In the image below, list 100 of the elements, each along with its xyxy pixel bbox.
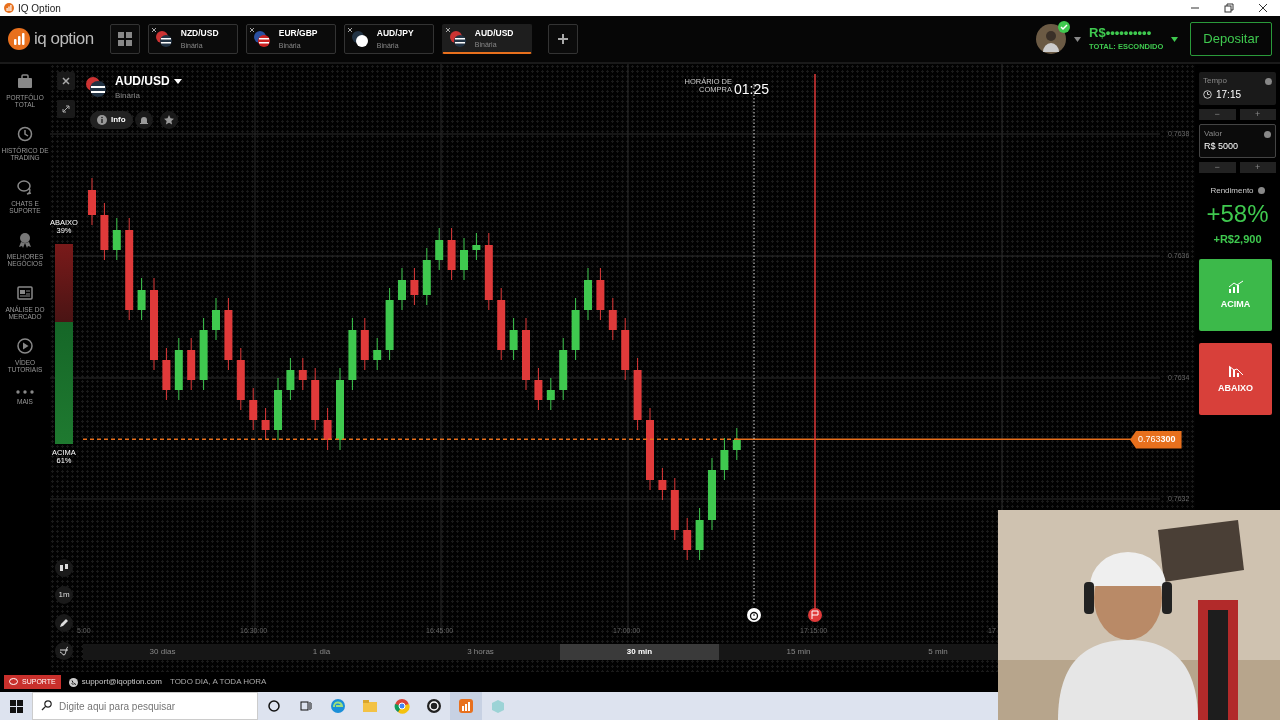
candle xyxy=(261,408,270,440)
range-tab[interactable]: 30 min xyxy=(560,644,719,660)
candle xyxy=(236,348,245,410)
candle xyxy=(174,338,183,400)
candle xyxy=(534,368,543,410)
candle xyxy=(199,318,208,390)
candle xyxy=(683,518,692,560)
candle xyxy=(373,338,382,370)
candle xyxy=(274,378,282,440)
candle xyxy=(88,178,96,225)
chart-type-button[interactable] xyxy=(55,559,73,577)
close-icon[interactable] xyxy=(150,27,157,33)
stepper-button[interactable]: − xyxy=(1199,161,1236,173)
newspaper-icon xyxy=(16,283,34,302)
search-icon xyxy=(41,700,52,711)
candle xyxy=(410,268,419,305)
candle xyxy=(559,338,568,400)
candle xyxy=(546,378,555,410)
candle xyxy=(360,318,369,370)
close-icon[interactable] xyxy=(444,27,451,33)
range-tab[interactable]: 1 dia xyxy=(242,644,401,660)
info-button[interactable]: Info xyxy=(90,111,133,129)
flag-icon xyxy=(154,30,173,48)
window-title: IQ Option xyxy=(18,1,61,16)
candle xyxy=(633,358,642,430)
close-icon[interactable] xyxy=(248,27,255,33)
stepper-button[interactable]: + xyxy=(1239,109,1276,120)
close-icon xyxy=(62,76,70,85)
candle xyxy=(112,218,121,260)
candle xyxy=(658,468,667,500)
flag-icon xyxy=(252,30,271,48)
candle xyxy=(497,288,506,360)
close-chart-button[interactable] xyxy=(57,72,75,90)
countdown: 01:25 xyxy=(734,80,770,99)
candle xyxy=(224,298,233,370)
chat-icon xyxy=(16,177,34,196)
asset-selector[interactable]: AUD/USD xyxy=(115,72,182,90)
range-tab[interactable]: 5 min xyxy=(878,644,998,660)
chart-down-icon xyxy=(1227,363,1244,378)
help-icon xyxy=(1265,77,1272,85)
logo-icon xyxy=(8,28,30,50)
candle xyxy=(187,338,196,390)
time-field[interactable]: Tempo 17:15 xyxy=(1199,72,1276,105)
timeframe-button[interactable]: 1m xyxy=(55,586,73,604)
drawing-tool-button[interactable] xyxy=(55,614,73,632)
caret-icon[interactable] xyxy=(1074,36,1082,42)
candle xyxy=(509,318,518,360)
browser-icon xyxy=(330,698,346,714)
range-tab[interactable]: 30 dias xyxy=(83,644,242,660)
candle xyxy=(286,358,295,400)
restore-icon[interactable] xyxy=(1224,3,1234,13)
candle xyxy=(708,458,716,530)
taskbar-search-field[interactable]: Digite aqui para pesquisar xyxy=(32,692,258,720)
candle xyxy=(162,348,171,400)
candle xyxy=(398,268,406,310)
balance-amount: R$•••••••••• xyxy=(1089,26,1153,41)
info-icon xyxy=(97,115,107,125)
candle xyxy=(460,238,468,280)
close-icon[interactable] xyxy=(1258,3,1268,13)
stepper-button[interactable]: − xyxy=(1199,109,1236,120)
add-tab-button[interactable] xyxy=(547,24,578,54)
candle xyxy=(435,228,444,270)
star-icon xyxy=(164,114,174,125)
range-tab[interactable]: 3 horas xyxy=(401,644,560,660)
briefcase-icon xyxy=(16,72,34,90)
more-icon xyxy=(16,389,34,394)
stepper-button[interactable]: + xyxy=(1239,161,1276,173)
candle xyxy=(522,318,530,390)
windows-icon xyxy=(9,699,23,713)
app-logo-icon xyxy=(4,3,14,13)
indicator-button[interactable] xyxy=(55,642,73,660)
candle xyxy=(571,298,580,360)
candle xyxy=(608,298,617,340)
put-button[interactable]: ABAIXO xyxy=(1199,343,1272,416)
candle xyxy=(212,298,220,340)
candle xyxy=(695,508,704,560)
candle xyxy=(584,268,592,320)
asset-type: Binária xyxy=(115,90,141,102)
candle xyxy=(447,228,456,280)
candle xyxy=(311,368,320,430)
circle-icon xyxy=(268,700,280,712)
candle xyxy=(323,408,332,450)
pencil-icon xyxy=(59,617,69,628)
candle xyxy=(137,278,146,320)
alert-button[interactable] xyxy=(135,111,153,129)
caret-icon[interactable] xyxy=(1171,36,1179,42)
collapse-button[interactable] xyxy=(57,100,75,118)
email-link[interactable]: support@iqoption.com xyxy=(81,676,162,688)
chat-icon xyxy=(9,678,18,686)
favorite-button[interactable] xyxy=(160,111,178,129)
browser-icon xyxy=(394,698,410,714)
payout-percent: +58% xyxy=(1205,200,1270,227)
grid-button[interactable] xyxy=(109,24,140,54)
deposit-button[interactable]: Depositar xyxy=(1190,22,1272,56)
range-tab[interactable]: 15 min xyxy=(719,644,878,660)
amount-field[interactable]: Valor R$ 5000 xyxy=(1199,124,1276,158)
close-icon[interactable] xyxy=(346,27,353,33)
candle xyxy=(720,438,729,480)
plus-icon xyxy=(556,33,569,45)
candle xyxy=(472,233,481,260)
